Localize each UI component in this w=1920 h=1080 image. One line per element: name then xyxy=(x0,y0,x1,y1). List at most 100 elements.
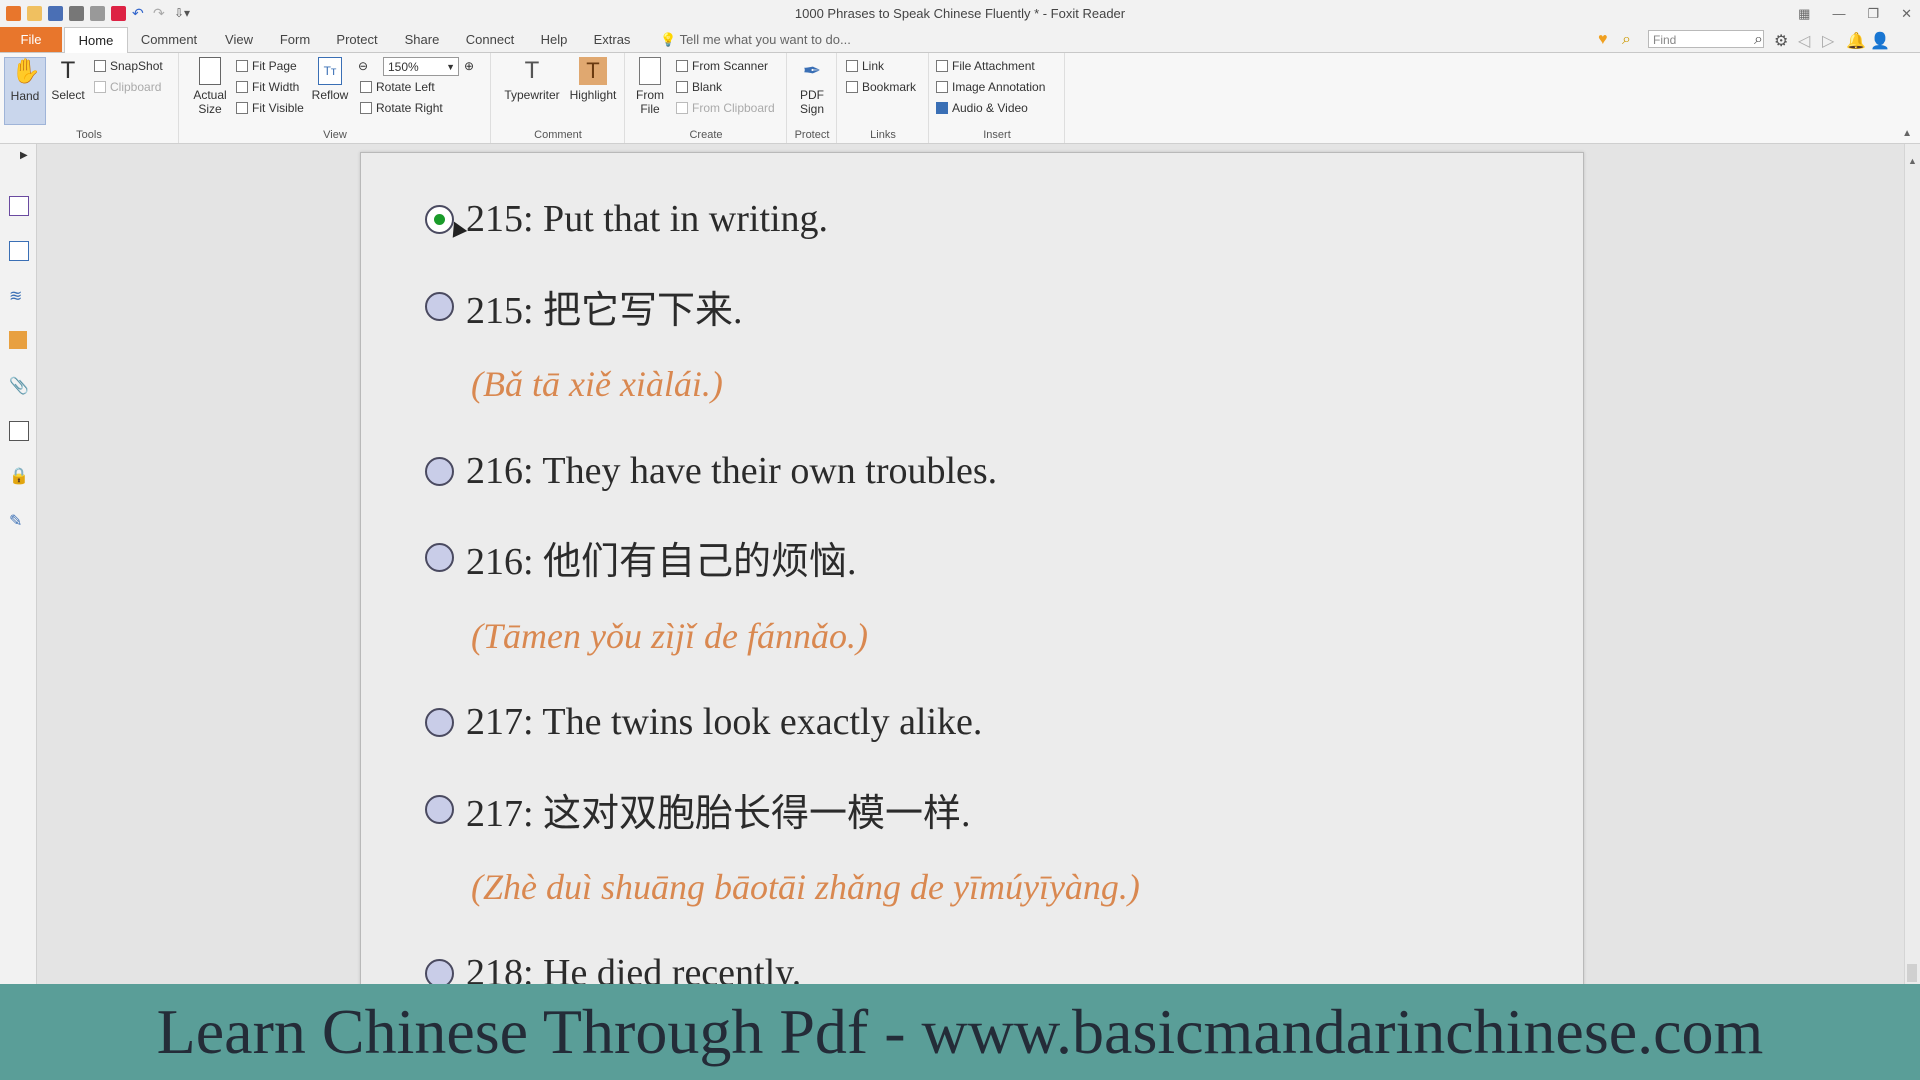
blank-page-icon xyxy=(676,81,688,93)
hand-button[interactable]: ✋ Hand xyxy=(4,57,46,125)
vertical-scrollbar[interactable]: ▲ xyxy=(1904,144,1920,984)
customize-icon[interactable]: ⇩▾ xyxy=(174,6,190,21)
typewriter-icon: T xyxy=(524,57,540,84)
zoom-in-button[interactable]: ⊕ xyxy=(464,57,474,75)
group-comment: T Typewriter T Highlight Comment xyxy=(492,53,625,143)
scroll-thumb[interactable] xyxy=(1907,964,1917,982)
actual-size-button[interactable]: Actual Size xyxy=(188,57,232,116)
bookmark-button[interactable]: Bookmark xyxy=(846,78,916,96)
comments-icon[interactable] xyxy=(9,331,27,349)
bell-icon[interactable]: 🔔 xyxy=(1846,31,1866,50)
radio-button[interactable] xyxy=(425,292,454,321)
image-icon xyxy=(936,81,948,93)
heart-icon[interactable]: ♥ xyxy=(1598,31,1614,48)
radio-button[interactable] xyxy=(425,958,454,984)
from-clipboard-button[interactable]: From Clipboard xyxy=(676,99,775,117)
minimize-icon[interactable]: — xyxy=(1832,6,1845,21)
fit-page-button[interactable]: Fit Page xyxy=(236,57,297,75)
reflow-button[interactable]: Tт Reflow xyxy=(310,57,350,102)
lock-icon[interactable]: 🔒 xyxy=(9,466,29,485)
file-attachment-button[interactable]: File Attachment xyxy=(936,57,1035,75)
group-create: From File From Scanner Blank From Clipbo… xyxy=(626,53,787,143)
email-icon[interactable] xyxy=(90,6,105,21)
group-protect: ✒ PDF Sign Protect xyxy=(788,53,837,143)
signature-icon[interactable] xyxy=(9,421,29,441)
search-icon[interactable]: ⌕ xyxy=(1754,31,1770,48)
undo-icon[interactable]: ↶ xyxy=(132,6,147,21)
tab-extras[interactable]: Extras xyxy=(586,27,638,52)
tab-view[interactable]: View xyxy=(212,27,266,52)
radio-button[interactable] xyxy=(425,543,454,572)
highlight-button[interactable]: T Highlight xyxy=(566,57,620,102)
phrase-217-en: 217: The twins look exactly alike. xyxy=(425,700,982,744)
zoom-out-button[interactable]: ⊖ xyxy=(358,57,368,75)
ribbon-tabs: File Home Comment View Form Protect Shar… xyxy=(0,27,1920,54)
fit-width-button[interactable]: Fit Width xyxy=(236,78,299,96)
search-folder-icon[interactable]: ⌕ xyxy=(1622,31,1638,48)
document-area[interactable]: 215: Put that in writing. 215: 把它写下来. (B… xyxy=(37,144,1905,984)
pdf-sign-button[interactable]: ✒ PDF Sign xyxy=(790,57,834,116)
from-file-icon xyxy=(639,57,661,85)
tools-icon[interactable]: ✎ xyxy=(9,511,27,530)
print-icon[interactable] xyxy=(69,6,84,21)
redo-icon[interactable]: ↷ xyxy=(153,6,168,21)
tab-comment[interactable]: Comment xyxy=(136,27,202,52)
image-annotation-button[interactable]: Image Annotation xyxy=(936,78,1045,96)
find-icons: ⌕ xyxy=(1754,31,1770,48)
attachment-icon xyxy=(936,60,948,72)
nav-icons: ⚙ ◁ ▷ 🔔 👤 xyxy=(1774,31,1890,50)
tab-home[interactable]: Home xyxy=(64,27,128,54)
save-icon[interactable] xyxy=(48,6,63,21)
select-button[interactable]: T Select xyxy=(48,57,88,102)
tab-file[interactable]: File xyxy=(0,27,62,52)
scanner-icon xyxy=(676,60,688,72)
chevron-down-icon: ▼ xyxy=(446,62,455,72)
expand-panel-icon[interactable]: ▶ xyxy=(20,150,28,161)
scroll-up-icon[interactable]: ▲ xyxy=(1908,156,1917,166)
clipboard-button[interactable]: Clipboard xyxy=(94,78,161,96)
attachment-icon[interactable]: 📎 xyxy=(9,376,29,395)
rotate-right-button[interactable]: Rotate Right xyxy=(360,99,443,117)
tab-connect[interactable]: Connect xyxy=(458,27,522,52)
page-thumbnail-icon[interactable] xyxy=(9,196,29,216)
restore-icon[interactable]: ❐ xyxy=(1867,6,1879,22)
tab-help[interactable]: Help xyxy=(532,27,576,52)
actual-size-icon xyxy=(199,57,221,85)
zoom-select[interactable]: 150% ▼ xyxy=(383,57,459,76)
tell-me-search[interactable]: 💡 Tell me what you want to do... xyxy=(660,27,851,52)
group-label-comment: Comment xyxy=(534,129,582,141)
group-label-create: Create xyxy=(689,129,723,141)
pages-icon[interactable] xyxy=(9,241,29,261)
tab-protect[interactable]: Protect xyxy=(328,27,386,52)
from-file-button[interactable]: From File xyxy=(630,57,670,116)
back-icon[interactable]: ◁ xyxy=(1798,31,1814,50)
forward-icon[interactable]: ▷ xyxy=(1822,31,1838,50)
window-controls: ▦ — ❐ ✕ xyxy=(1798,0,1912,27)
pen-sign-icon: ✒ xyxy=(802,58,822,83)
radio-button[interactable] xyxy=(425,795,454,824)
radio-button[interactable] xyxy=(425,456,454,486)
layers-icon[interactable]: ≋ xyxy=(9,286,27,305)
tab-form[interactable]: Form xyxy=(272,27,318,52)
layout-icon[interactable]: ▦ xyxy=(1798,6,1810,22)
typewriter-button[interactable]: T Typewriter xyxy=(500,57,564,102)
fit-visible-icon xyxy=(236,102,248,114)
navigation-panel: ▶ ≋ 📎 🔒 ✎ xyxy=(0,144,37,984)
settings-icon[interactable]: ⚙ xyxy=(1774,31,1790,50)
link-button[interactable]: Link xyxy=(846,57,884,75)
new-icon[interactable] xyxy=(111,6,126,21)
select-icon: T xyxy=(60,57,76,84)
rotate-left-button[interactable]: Rotate Left xyxy=(360,78,435,96)
open-icon[interactable] xyxy=(27,6,42,21)
snapshot-button[interactable]: SnapShot xyxy=(94,57,163,75)
tab-share[interactable]: Share xyxy=(396,27,448,52)
from-scanner-button[interactable]: From Scanner xyxy=(676,57,768,75)
fit-visible-button[interactable]: Fit Visible xyxy=(236,99,304,117)
audio-video-button[interactable]: Audio & Video xyxy=(936,99,1028,117)
close-icon[interactable]: ✕ xyxy=(1901,6,1912,22)
user-icon[interactable]: 👤 xyxy=(1870,31,1890,50)
blank-button[interactable]: Blank xyxy=(676,78,722,96)
radio-button[interactable] xyxy=(425,707,454,737)
find-input[interactable]: Find xyxy=(1648,30,1764,48)
collapse-ribbon-icon[interactable]: ▲ xyxy=(1902,128,1912,139)
